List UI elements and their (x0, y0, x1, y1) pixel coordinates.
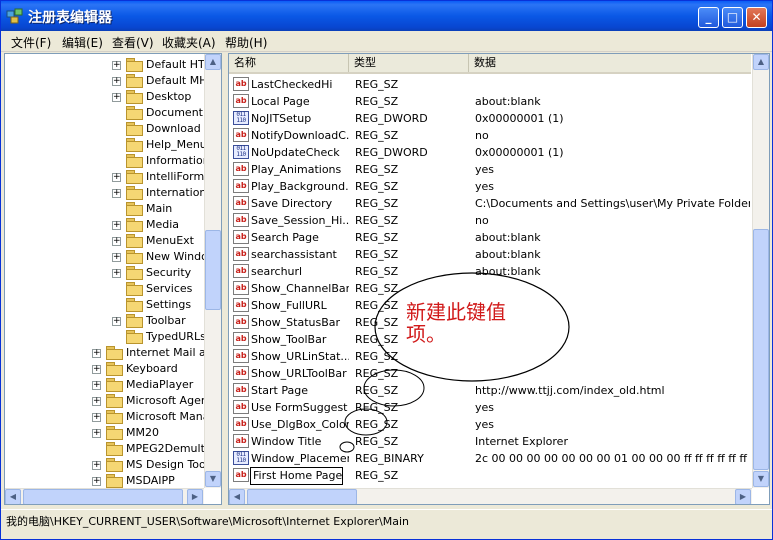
annotation-line-1: 新建此键值 (406, 300, 506, 324)
registry-editor-window: 注册表编辑器 _ □ ✕ 文件(F) 编辑(E) 查看(V) 收藏夹(A) 帮助… (0, 0, 773, 540)
status-bar: 我的电脑\HKEY_CURRENT_USER\Software\Microsof… (1, 509, 772, 530)
annotation-overlay (339, 272, 570, 453)
callout-tail-small (339, 441, 355, 453)
annotation-text: 新建此键值 项。 (406, 301, 506, 345)
callout-tail-medium (344, 408, 388, 436)
annotation-line-2: 项。 (406, 322, 446, 346)
status-path: 我的电脑\HKEY_CURRENT_USER\Software\Microsof… (6, 515, 410, 528)
callout-tail-large (363, 369, 425, 407)
